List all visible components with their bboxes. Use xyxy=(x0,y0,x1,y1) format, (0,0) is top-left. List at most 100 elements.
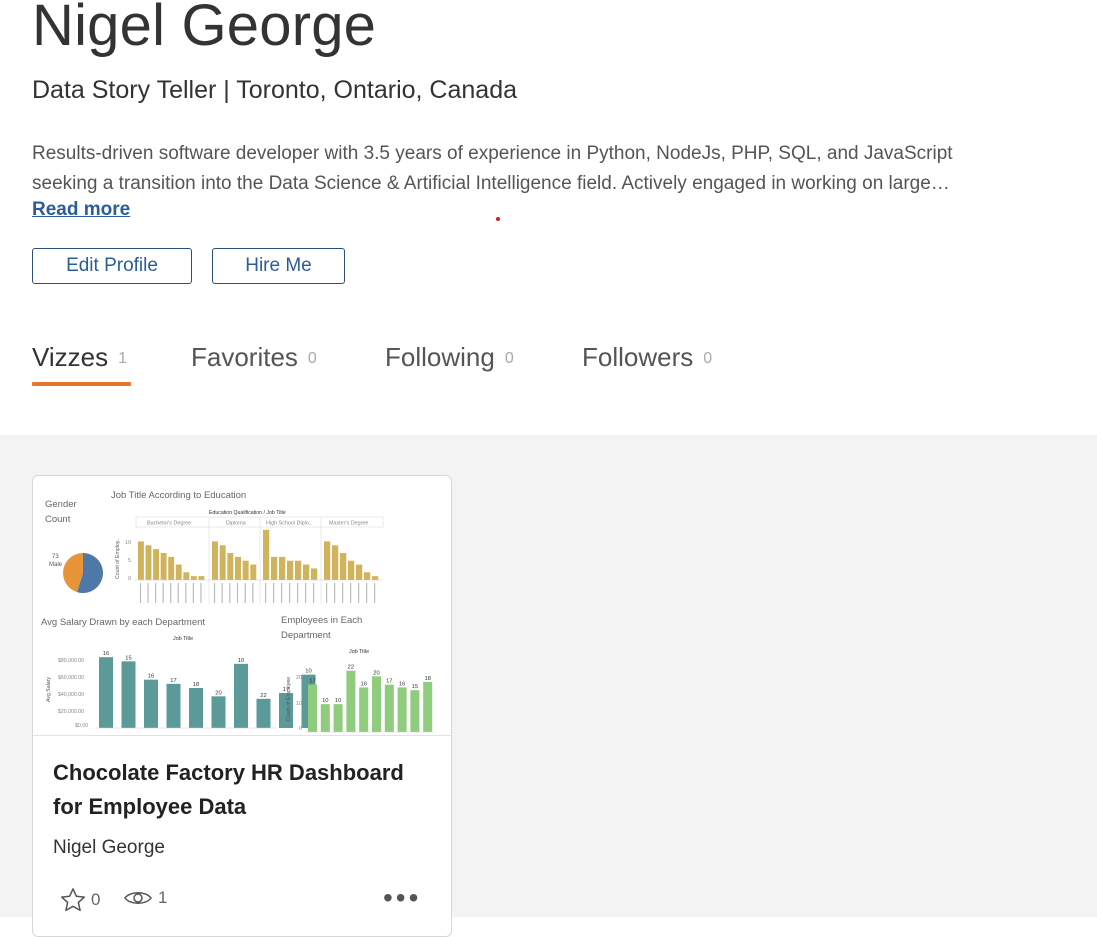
education-bar-tick-label xyxy=(244,583,246,603)
emp-tick: 0 xyxy=(299,726,302,732)
salary-bar xyxy=(211,696,226,728)
education-bar xyxy=(235,556,241,580)
education-bar xyxy=(356,564,363,580)
edu-tick: 10 xyxy=(125,540,131,546)
employees-bar-label: 20 xyxy=(373,670,379,676)
tab-label: Vizzes xyxy=(32,342,109,372)
tab-favorites[interactable]: Favorites 0 xyxy=(191,342,317,373)
viz-card[interactable]: Gender Count 73 Male Job Title According… xyxy=(32,475,452,937)
education-bar xyxy=(153,549,160,580)
employees-bar-label: 18 xyxy=(424,676,430,682)
salary-ylabel: Avg Salary xyxy=(46,677,52,702)
employees-bar-label: 16 xyxy=(360,681,366,687)
education-bar xyxy=(175,564,182,580)
tab-vizzes[interactable]: Vizzes 1 xyxy=(32,342,131,386)
gender-title: Gender xyxy=(45,499,77,510)
profile-header: Nigel George Data Story Teller | Toronto… xyxy=(0,0,1097,435)
education-bar-tick-label xyxy=(358,583,360,603)
more-options-icon[interactable]: ••• xyxy=(383,882,421,914)
viz-title[interactable]: Chocolate Factory HR Dashboard for Emplo… xyxy=(53,756,433,824)
salary-bar-label: 18 xyxy=(193,682,199,688)
education-bar-tick-label xyxy=(236,583,239,603)
employees-bar xyxy=(423,681,433,732)
tab-count: 0 xyxy=(703,350,713,368)
edu-ylabel: Count of Employ.. xyxy=(115,538,121,579)
viz-thumbnail[interactable]: Gender Count 73 Male Job Title According… xyxy=(33,476,451,735)
edu-group-label: Diploma xyxy=(226,521,246,527)
active-tab-indicator xyxy=(32,382,131,386)
emp-ylabel: Count of Employee xyxy=(286,677,292,721)
salary-bar-chart: 16151617182010221710 xyxy=(95,651,316,729)
profile-name: Nigel George xyxy=(32,0,377,58)
education-bar xyxy=(168,556,175,580)
employees-bar-label: 15 xyxy=(412,684,418,690)
salary-bar xyxy=(166,683,181,728)
view-count: 1 xyxy=(158,888,168,907)
salary-tick: $40,000.00 xyxy=(58,692,84,698)
education-bar xyxy=(279,556,286,580)
education-bar-tick-label xyxy=(200,583,202,603)
salary-subheading: Job Title xyxy=(173,636,193,642)
tab-count: 0 xyxy=(307,350,317,368)
education-bar-tick-label xyxy=(326,583,328,603)
salary-tick: $20,000.00 xyxy=(58,709,84,715)
education-bar-tick-label xyxy=(273,583,275,603)
employees-bar xyxy=(372,676,381,732)
pie-label-value: 73 xyxy=(52,554,59,560)
salary-bar-label: 16 xyxy=(148,674,154,680)
salary-bar xyxy=(144,679,158,728)
education-bar-tick-label xyxy=(334,583,336,603)
education-bar-tick-label xyxy=(177,583,179,603)
education-bar xyxy=(190,576,197,580)
hire-me-button[interactable]: Hire Me xyxy=(212,248,345,284)
education-bar-tick-label xyxy=(155,583,157,603)
emp-tick: 10 xyxy=(296,701,302,707)
salary-bar-label: 15 xyxy=(125,655,131,661)
education-bar-tick-label xyxy=(147,583,149,603)
favorite-button[interactable]: 0 xyxy=(59,886,100,914)
education-bar-tick-label xyxy=(192,583,194,603)
employees-bar xyxy=(308,684,317,732)
employees-bar xyxy=(397,687,407,732)
views-indicator: 1 xyxy=(123,886,167,910)
education-bar-tick-label xyxy=(366,583,368,603)
read-more-link[interactable]: Read more xyxy=(32,199,130,221)
employees-bar xyxy=(359,687,369,732)
gender-pie-chart xyxy=(63,553,104,593)
viz-author[interactable]: Nigel George xyxy=(53,837,165,859)
education-bar-tick-label xyxy=(185,583,187,603)
employees-bar-label: 10 xyxy=(335,698,341,704)
emp-subheading: Job Title xyxy=(349,649,369,655)
education-bar-tick-label xyxy=(213,583,216,603)
education-bar xyxy=(364,572,371,580)
employees-bar-label: 10 xyxy=(322,698,328,704)
tab-following[interactable]: Following 0 xyxy=(385,342,514,373)
education-bar-tick-label xyxy=(229,583,231,603)
education-bar xyxy=(198,576,205,580)
edu-tick: 5 xyxy=(128,558,131,564)
gender-title: Count xyxy=(45,514,71,525)
education-bar-tick-label xyxy=(252,583,254,603)
education-bar xyxy=(242,560,249,580)
edit-profile-button[interactable]: Edit Profile xyxy=(32,248,192,284)
profile-tagline: Data Story Teller | Toronto, Ontario, Ca… xyxy=(32,76,517,104)
education-bar-chart xyxy=(134,517,383,604)
salary-heading: Avg Salary Drawn by each Department xyxy=(41,617,205,628)
education-bar xyxy=(295,560,302,580)
education-bar-tick-label xyxy=(221,583,223,603)
education-bar xyxy=(324,541,331,580)
salary-bar-label: 10 xyxy=(305,669,311,675)
employees-bar-label: 17 xyxy=(386,679,392,685)
education-bar-tick-label xyxy=(350,583,352,603)
viz-card-footer: 0 1 ••• xyxy=(53,882,433,916)
education-bar xyxy=(311,568,318,580)
salary-bar xyxy=(189,688,203,728)
viz-gallery: Gender Count 73 Male Job Title According… xyxy=(0,435,1097,937)
education-bar-tick-label xyxy=(297,583,299,603)
tab-followers[interactable]: Followers 0 xyxy=(582,342,712,373)
salary-bar-label: 16 xyxy=(103,651,109,657)
employees-bar-chart: 17 10 10 22 16 20 17 16 15 18 xyxy=(305,665,433,733)
salary-tick: $60,000.00 xyxy=(58,675,84,681)
employees-bar xyxy=(346,670,356,732)
education-bar xyxy=(219,545,226,580)
